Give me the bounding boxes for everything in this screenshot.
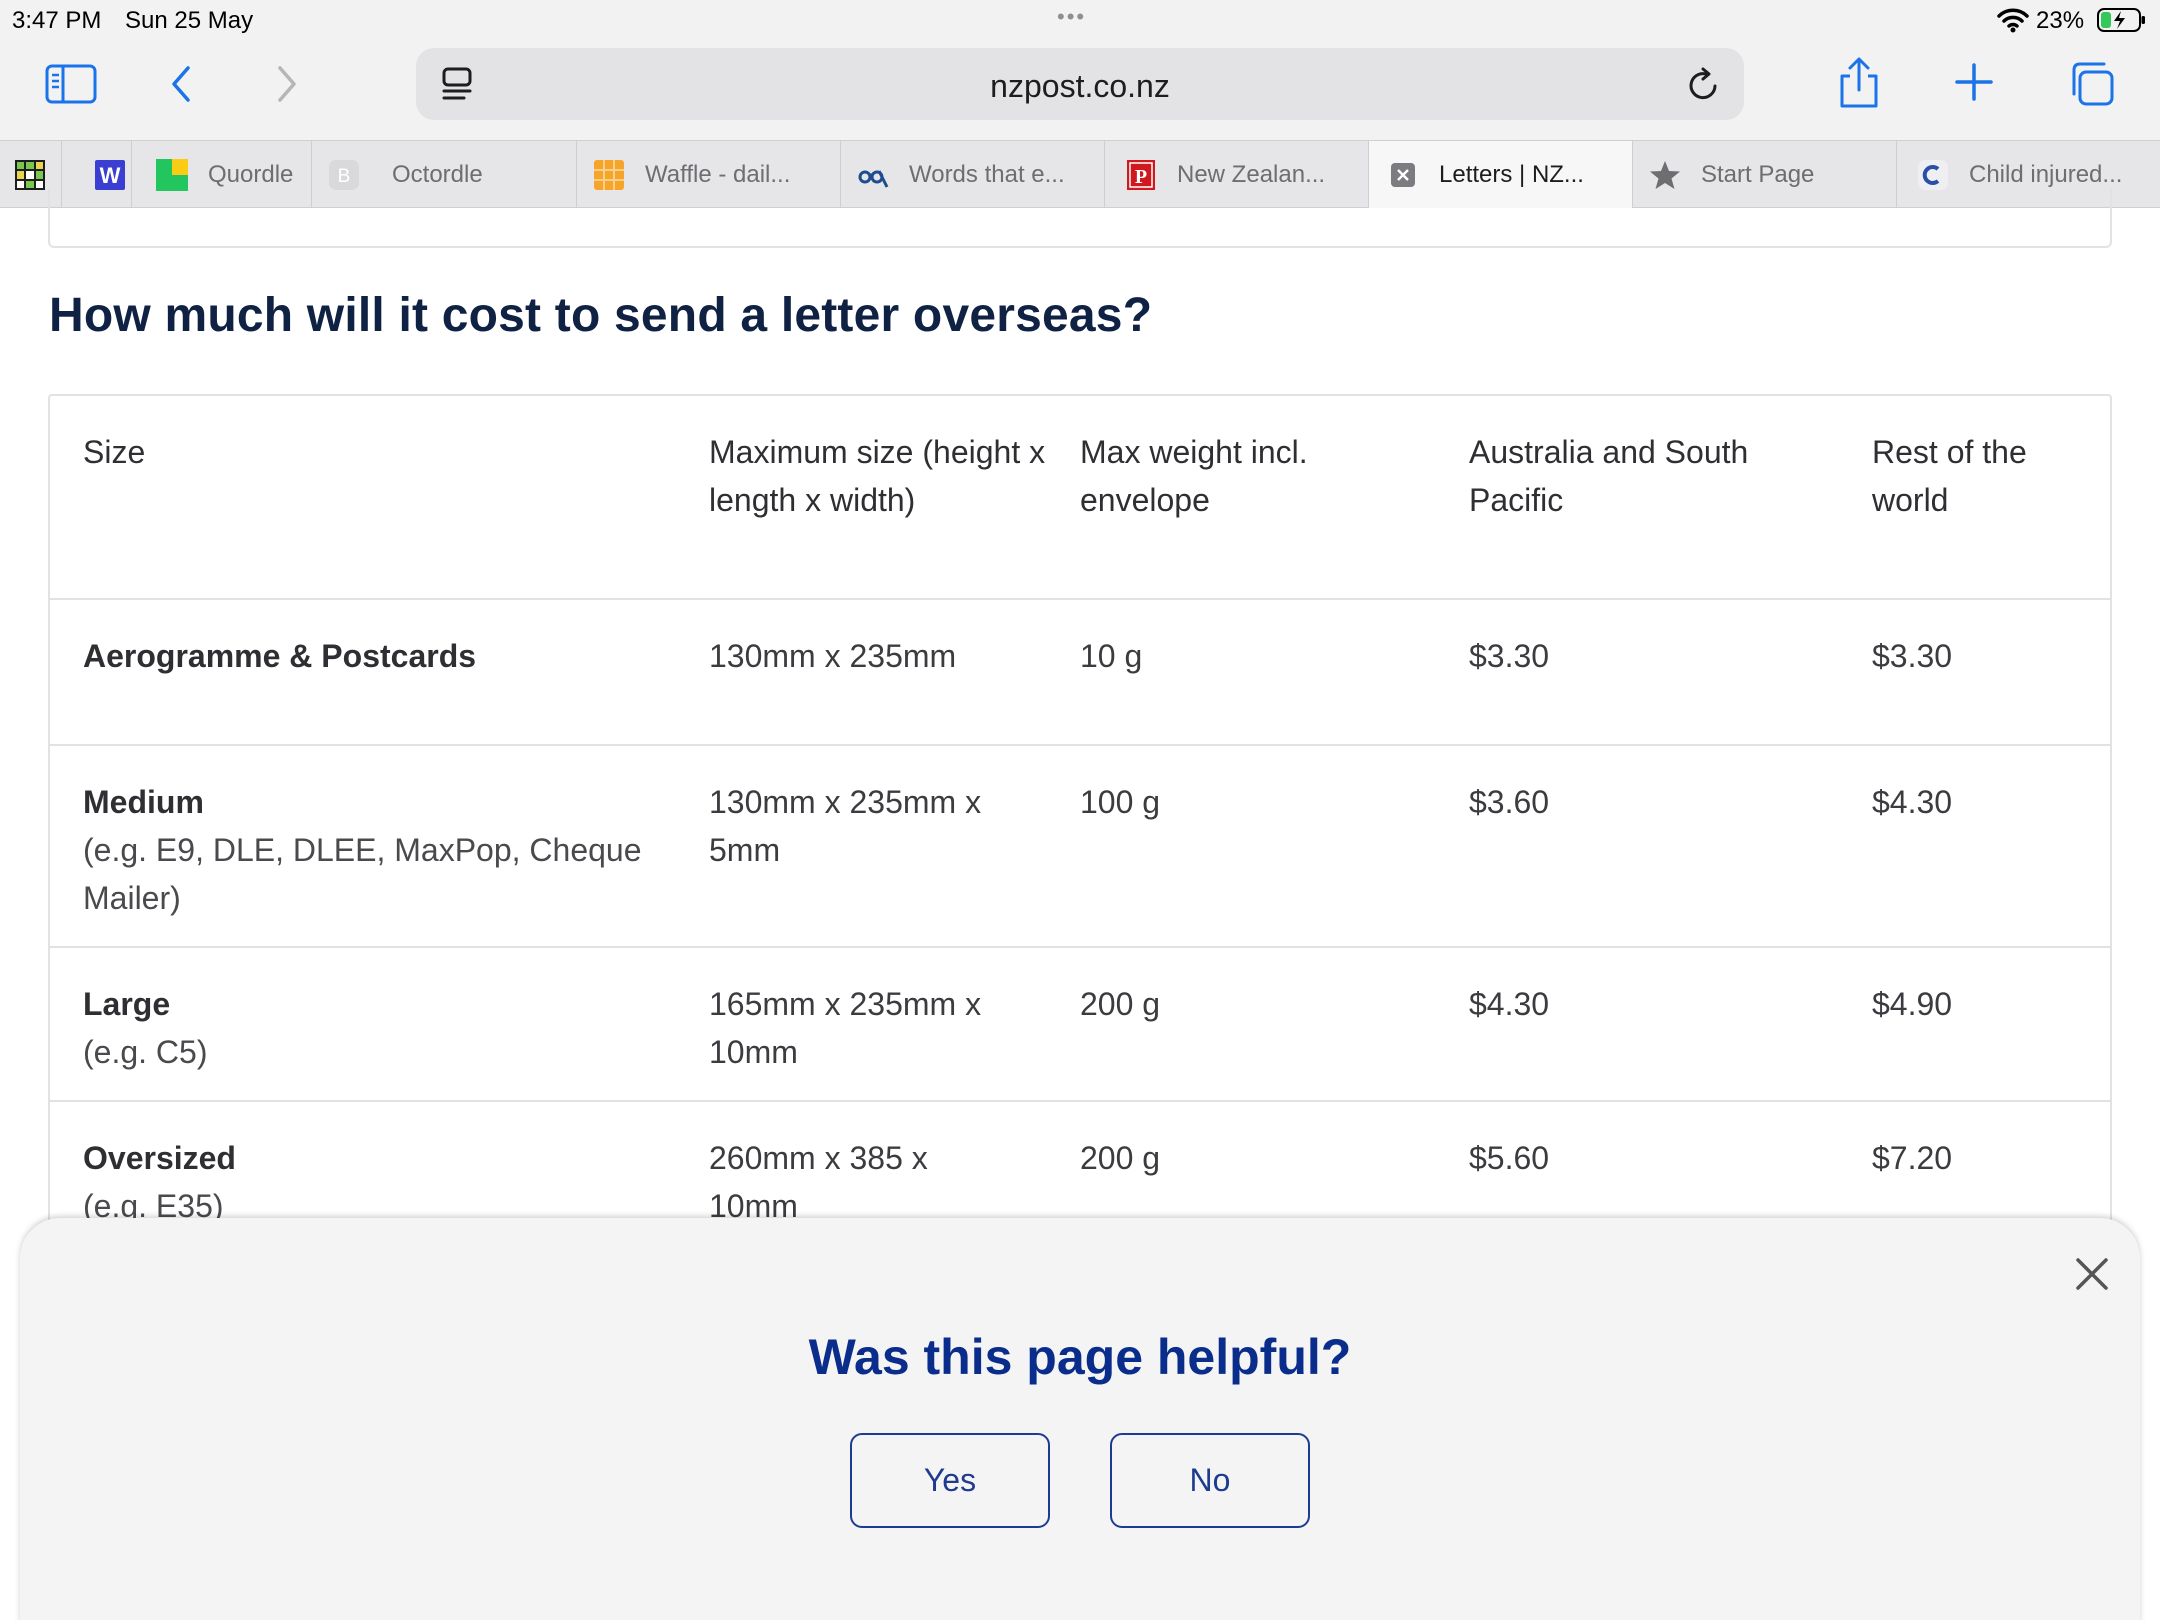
- max-size-cell: 165mm x 235mm x 10mm: [709, 986, 982, 1070]
- close-feedback-icon[interactable]: [2072, 1254, 2112, 1294]
- weight-cell: 200 g: [1080, 1140, 1161, 1176]
- price-aus-sp: $5.60: [1469, 1140, 1550, 1176]
- tab-label: Waffle - dail...: [645, 160, 791, 188]
- size-name: Aerogramme & Postcards: [83, 638, 477, 674]
- sidebar-icon[interactable]: [44, 62, 98, 106]
- multitask-dots[interactable]: •••: [1057, 4, 1086, 30]
- reload-icon[interactable]: [1686, 66, 1722, 109]
- tab-label: Letters | NZ...: [1439, 160, 1584, 188]
- max-size-cell: 130mm x 235mm x 5mm: [709, 784, 982, 868]
- price-aus-sp: $4.30: [1469, 986, 1550, 1022]
- p-letter-icon: P: [1125, 159, 1157, 191]
- wifi-icon: [1997, 7, 2029, 33]
- close-icon[interactable]: [1387, 159, 1419, 191]
- price-rest: $4.30: [1872, 784, 1953, 820]
- grid-game-icon: [14, 159, 46, 191]
- feedback-no-button[interactable]: No: [1110, 1433, 1310, 1528]
- price-aus-sp: $3.60: [1469, 784, 1550, 820]
- price-aus-sp: $3.30: [1469, 638, 1550, 674]
- feedback-sheet: Was this page helpful? Yes No: [20, 1218, 2140, 1620]
- new-tab-icon[interactable]: [1954, 62, 1994, 102]
- svg-text:P: P: [1135, 166, 1147, 188]
- star-icon: [1649, 159, 1681, 191]
- price-rest: $3.30: [1872, 638, 1953, 674]
- tab-label: Child injured...: [1969, 160, 2123, 188]
- weight-cell: 100 g: [1080, 784, 1161, 820]
- header-size: Size: [83, 434, 146, 470]
- forward-icon[interactable]: [272, 62, 302, 106]
- size-name: Oversized: [83, 1140, 236, 1176]
- table-header-row: Size Maximum size (height x length x wid…: [50, 396, 2110, 598]
- status-bar: 3:47 PM Sun 25 May ••• 23%: [0, 0, 2160, 40]
- weight-cell: 10 g: [1080, 638, 1143, 674]
- size-cell: Oversized (e.g. E35): [83, 1134, 663, 1230]
- b-letter-icon: B: [328, 159, 360, 191]
- c-letter-icon: [1917, 159, 1949, 191]
- status-time: 3:47 PM: [12, 7, 102, 34]
- svg-text:W: W: [100, 163, 121, 188]
- back-icon[interactable]: [166, 62, 196, 106]
- page-heading: How much will it cost to send a letter o…: [49, 289, 1153, 342]
- size-example: (e.g. C5): [83, 1034, 208, 1070]
- w-letter-icon: W: [94, 159, 126, 191]
- table-row: Large (e.g. C5) 165mm x 235mm x 10mm 200…: [50, 946, 2110, 1100]
- tab-label: Octordle: [392, 160, 483, 188]
- size-example: (e.g. E9, DLE, DLEE, MaxPop, Cheque Mail…: [83, 832, 642, 916]
- size-name: Medium: [83, 784, 204, 820]
- address-bar[interactable]: nzpost.co.nz: [416, 48, 1744, 120]
- feedback-question: Was this page helpful?: [808, 1329, 1352, 1385]
- price-rest: $7.20: [1872, 1140, 1953, 1176]
- feedback-yes-button[interactable]: Yes: [850, 1433, 1050, 1528]
- size-cell: Medium (e.g. E9, DLE, DLEE, MaxPop, Cheq…: [83, 778, 663, 922]
- size-cell: Aerogramme & Postcards: [83, 632, 663, 680]
- header-rest-of-world: Rest of the world: [1872, 434, 2027, 518]
- tab-label: Quordle: [208, 160, 294, 188]
- tab-label: Start Page: [1701, 160, 1815, 188]
- tab-label: Words that e...: [909, 160, 1065, 188]
- size-name: Large: [83, 986, 171, 1022]
- max-size-cell: 130mm x 235mm: [709, 638, 957, 674]
- size-cell: Large (e.g. C5): [83, 980, 663, 1076]
- tab-overview-icon[interactable]: [2068, 60, 2116, 108]
- price-rest: $4.90: [1872, 986, 1953, 1022]
- tab-label: New Zealan...: [1177, 160, 1326, 188]
- table-row: Medium (e.g. E9, DLE, DLEE, MaxPop, Cheq…: [50, 744, 2110, 946]
- binoculars-icon: [857, 159, 889, 191]
- browser-window: 3:47 PM Sun 25 May ••• 23% nzpost.co.nz …: [0, 0, 2160, 1620]
- share-icon[interactable]: [1836, 56, 1882, 110]
- waffle-icon: [593, 159, 625, 191]
- svg-text:B: B: [338, 166, 351, 187]
- table-row: Aerogramme & Postcards 130mm x 235mm 10 …: [50, 598, 2110, 744]
- header-max-size: Maximum size (height x length x width): [709, 434, 1046, 518]
- url-text[interactable]: nzpost.co.nz: [416, 68, 1744, 105]
- status-date: Sun 25 May: [125, 7, 254, 34]
- previous-section-card: [48, 188, 2112, 248]
- weight-cell: 200 g: [1080, 986, 1161, 1022]
- quordle-icon: [156, 158, 188, 191]
- battery-charging-icon: [2097, 8, 2147, 32]
- overseas-rates-table: Size Maximum size (height x length x wid…: [48, 394, 2112, 1272]
- header-max-weight: Max weight incl. envelope: [1080, 434, 1308, 518]
- browser-toolbar: nzpost.co.nz: [0, 40, 2160, 140]
- battery-percent: 23%: [2036, 7, 2085, 34]
- max-size-cell: 260mm x 385 x 10mm: [709, 1140, 928, 1224]
- header-australia-south-pacific: Australia and South Pacific: [1469, 434, 1749, 518]
